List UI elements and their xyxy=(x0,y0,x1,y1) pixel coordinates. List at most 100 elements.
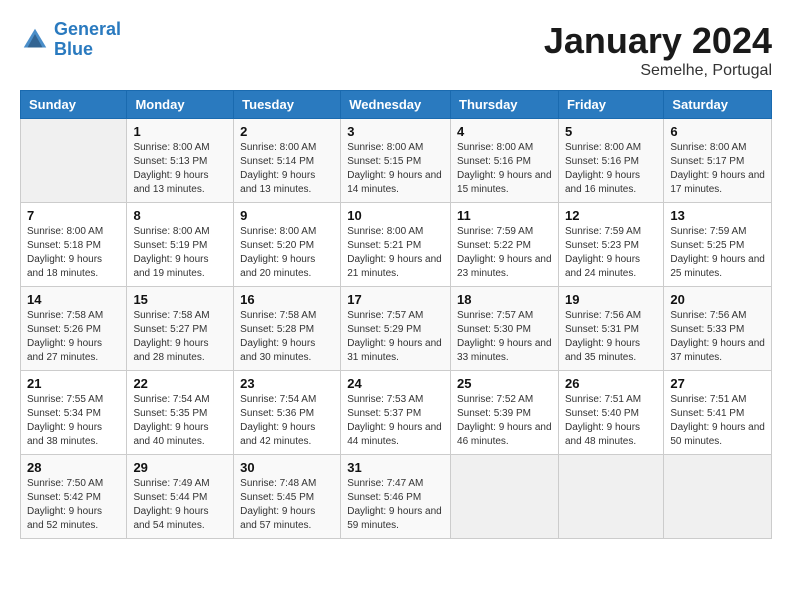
calendar-cell: 14Sunrise: 7:58 AMSunset: 5:26 PMDayligh… xyxy=(21,287,127,371)
day-number: 7 xyxy=(27,208,120,223)
header-day-thursday: Thursday xyxy=(451,91,559,119)
day-number: 30 xyxy=(240,460,334,475)
calendar-week-2: 7 Sunrise: 8:00 AMSunset: 5:18 PMDaylight… xyxy=(21,203,772,287)
day-number: 13 xyxy=(670,208,765,223)
day-info: Sunrise: 7:56 AMSunset: 5:33 PMDaylight:… xyxy=(670,309,765,365)
day-info: Sunrise: 7:52 AMSunset: 5:39 PMDaylight:… xyxy=(457,393,552,449)
calendar-week-5: 28 Sunrise: 7:50 AMSunset: 5:42 PMDayligh… xyxy=(21,455,772,539)
day-info: Sunrise: 7:58 AMSunset: 5:28 PMDaylight:… xyxy=(240,309,334,365)
calendar-cell: 11 Sunrise: 7:59 AMSunset: 5:22 PMDayligh… xyxy=(451,203,559,287)
calendar-cell: 3 Sunrise: 8:00 AMSunset: 5:15 PMDaylight… xyxy=(341,119,451,203)
calendar-cell: 19 Sunrise: 7:56 AMSunset: 5:31 PMDayligh… xyxy=(558,287,663,371)
calendar-cell: 23Sunrise: 7:54 AMSunset: 5:36 PMDayligh… xyxy=(234,371,341,455)
calendar-week-1: 1Sunrise: 8:00 AMSunset: 5:13 PMDaylight… xyxy=(21,119,772,203)
day-info: Sunrise: 7:59 AMSunset: 5:22 PMDaylight:… xyxy=(457,225,552,281)
day-number: 6 xyxy=(670,124,765,139)
day-number: 19 xyxy=(565,292,657,307)
day-info: Sunrise: 7:57 AMSunset: 5:29 PMDaylight:… xyxy=(347,309,444,365)
day-info: Sunrise: 7:50 AMSunset: 5:42 PMDaylight:… xyxy=(27,477,120,533)
day-info: Sunrise: 7:48 AMSunset: 5:45 PMDaylight:… xyxy=(240,477,334,533)
day-info: Sunrise: 8:00 AMSunset: 5:20 PMDaylight:… xyxy=(240,225,334,281)
day-info: Sunrise: 7:47 AMSunset: 5:46 PMDaylight:… xyxy=(347,477,444,533)
day-info: Sunrise: 7:59 AMSunset: 5:25 PMDaylight:… xyxy=(670,225,765,281)
header-day-sunday: Sunday xyxy=(21,91,127,119)
calendar-cell: 9 Sunrise: 8:00 AMSunset: 5:20 PMDaylight… xyxy=(234,203,341,287)
calendar-cell: 13 Sunrise: 7:59 AMSunset: 5:25 PMDayligh… xyxy=(664,203,772,287)
calendar-cell: 16 Sunrise: 7:58 AMSunset: 5:28 PMDayligh… xyxy=(234,287,341,371)
calendar-cell: 4Sunrise: 8:00 AMSunset: 5:16 PMDaylight… xyxy=(451,119,559,203)
calendar-cell xyxy=(21,119,127,203)
logo-icon xyxy=(20,25,50,55)
day-info: Sunrise: 7:55 AMSunset: 5:34 PMDaylight:… xyxy=(27,393,120,449)
calendar-cell: 18 Sunrise: 7:57 AMSunset: 5:30 PMDayligh… xyxy=(451,287,559,371)
day-number: 22 xyxy=(133,376,227,391)
day-number: 2 xyxy=(240,124,334,139)
calendar-cell: 10Sunrise: 8:00 AMSunset: 5:21 PMDayligh… xyxy=(341,203,451,287)
day-info: Sunrise: 8:00 AMSunset: 5:19 PMDaylight:… xyxy=(133,225,227,281)
calendar-cell: 17Sunrise: 7:57 AMSunset: 5:29 PMDayligh… xyxy=(341,287,451,371)
calendar-cell: 25 Sunrise: 7:52 AMSunset: 5:39 PMDayligh… xyxy=(451,371,559,455)
day-info: Sunrise: 7:51 AMSunset: 5:41 PMDaylight:… xyxy=(670,393,765,449)
day-number: 23 xyxy=(240,376,334,391)
day-number: 9 xyxy=(240,208,334,223)
calendar-cell: 31 Sunrise: 7:47 AMSunset: 5:46 PMDayligh… xyxy=(341,455,451,539)
day-info: Sunrise: 8:00 AMSunset: 5:15 PMDaylight:… xyxy=(347,141,444,197)
calendar-table: SundayMondayTuesdayWednesdayThursdayFrid… xyxy=(20,90,772,539)
day-info: Sunrise: 8:00 AMSunset: 5:16 PMDaylight:… xyxy=(565,141,657,197)
calendar-cell: 28 Sunrise: 7:50 AMSunset: 5:42 PMDayligh… xyxy=(21,455,127,539)
day-number: 24 xyxy=(347,376,444,391)
day-number: 8 xyxy=(133,208,227,223)
calendar-cell: 24Sunrise: 7:53 AMSunset: 5:37 PMDayligh… xyxy=(341,371,451,455)
header-day-tuesday: Tuesday xyxy=(234,91,341,119)
logo-text: General Blue xyxy=(54,20,121,60)
day-number: 18 xyxy=(457,292,552,307)
day-number: 15 xyxy=(133,292,227,307)
calendar-cell: 30 Sunrise: 7:48 AMSunset: 5:45 PMDayligh… xyxy=(234,455,341,539)
calendar-cell xyxy=(451,455,559,539)
day-info: Sunrise: 7:56 AMSunset: 5:31 PMDaylight:… xyxy=(565,309,657,365)
day-info: Sunrise: 7:49 AMSunset: 5:44 PMDaylight:… xyxy=(133,477,227,533)
logo: General Blue xyxy=(20,20,121,60)
calendar-cell: 12Sunrise: 7:59 AMSunset: 5:23 PMDayligh… xyxy=(558,203,663,287)
day-number: 5 xyxy=(565,124,657,139)
calendar-cell: 15 Sunrise: 7:58 AMSunset: 5:27 PMDayligh… xyxy=(127,287,234,371)
day-number: 14 xyxy=(27,292,120,307)
calendar-cell: 8 Sunrise: 8:00 AMSunset: 5:19 PMDaylight… xyxy=(127,203,234,287)
calendar-week-3: 14Sunrise: 7:58 AMSunset: 5:26 PMDayligh… xyxy=(21,287,772,371)
calendar-cell: 2 Sunrise: 8:00 AMSunset: 5:14 PMDaylight… xyxy=(234,119,341,203)
header-day-wednesday: Wednesday xyxy=(341,91,451,119)
day-info: Sunrise: 7:57 AMSunset: 5:30 PMDaylight:… xyxy=(457,309,552,365)
day-info: Sunrise: 8:00 AMSunset: 5:18 PMDaylight:… xyxy=(27,225,120,281)
header-day-monday: Monday xyxy=(127,91,234,119)
day-info: Sunrise: 8:00 AMSunset: 5:13 PMDaylight:… xyxy=(133,141,227,197)
header-day-friday: Friday xyxy=(558,91,663,119)
calendar-cell: 29 Sunrise: 7:49 AMSunset: 5:44 PMDayligh… xyxy=(127,455,234,539)
logo-line1: General xyxy=(54,19,121,39)
calendar-cell: 7 Sunrise: 8:00 AMSunset: 5:18 PMDaylight… xyxy=(21,203,127,287)
header-day-saturday: Saturday xyxy=(664,91,772,119)
calendar-cell: 6 Sunrise: 8:00 AMSunset: 5:17 PMDaylight… xyxy=(664,119,772,203)
day-number: 31 xyxy=(347,460,444,475)
calendar-cell: 26Sunrise: 7:51 AMSunset: 5:40 PMDayligh… xyxy=(558,371,663,455)
title-block: January 2024 Semelhe, Portugal xyxy=(544,20,772,80)
day-number: 16 xyxy=(240,292,334,307)
calendar-cell xyxy=(664,455,772,539)
calendar-cell: 20 Sunrise: 7:56 AMSunset: 5:33 PMDayligh… xyxy=(664,287,772,371)
day-number: 20 xyxy=(670,292,765,307)
day-info: Sunrise: 8:00 AMSunset: 5:14 PMDaylight:… xyxy=(240,141,334,197)
day-number: 29 xyxy=(133,460,227,475)
day-number: 11 xyxy=(457,208,552,223)
day-info: Sunrise: 7:58 AMSunset: 5:27 PMDaylight:… xyxy=(133,309,227,365)
day-info: Sunrise: 7:54 AMSunset: 5:35 PMDaylight:… xyxy=(133,393,227,449)
day-number: 3 xyxy=(347,124,444,139)
calendar-cell xyxy=(558,455,663,539)
day-info: Sunrise: 8:00 AMSunset: 5:17 PMDaylight:… xyxy=(670,141,765,197)
calendar-cell: 27 Sunrise: 7:51 AMSunset: 5:41 PMDayligh… xyxy=(664,371,772,455)
day-number: 26 xyxy=(565,376,657,391)
day-number: 27 xyxy=(670,376,765,391)
day-number: 25 xyxy=(457,376,552,391)
logo-line2: Blue xyxy=(54,39,93,59)
day-number: 28 xyxy=(27,460,120,475)
day-info: Sunrise: 7:59 AMSunset: 5:23 PMDaylight:… xyxy=(565,225,657,281)
day-number: 10 xyxy=(347,208,444,223)
